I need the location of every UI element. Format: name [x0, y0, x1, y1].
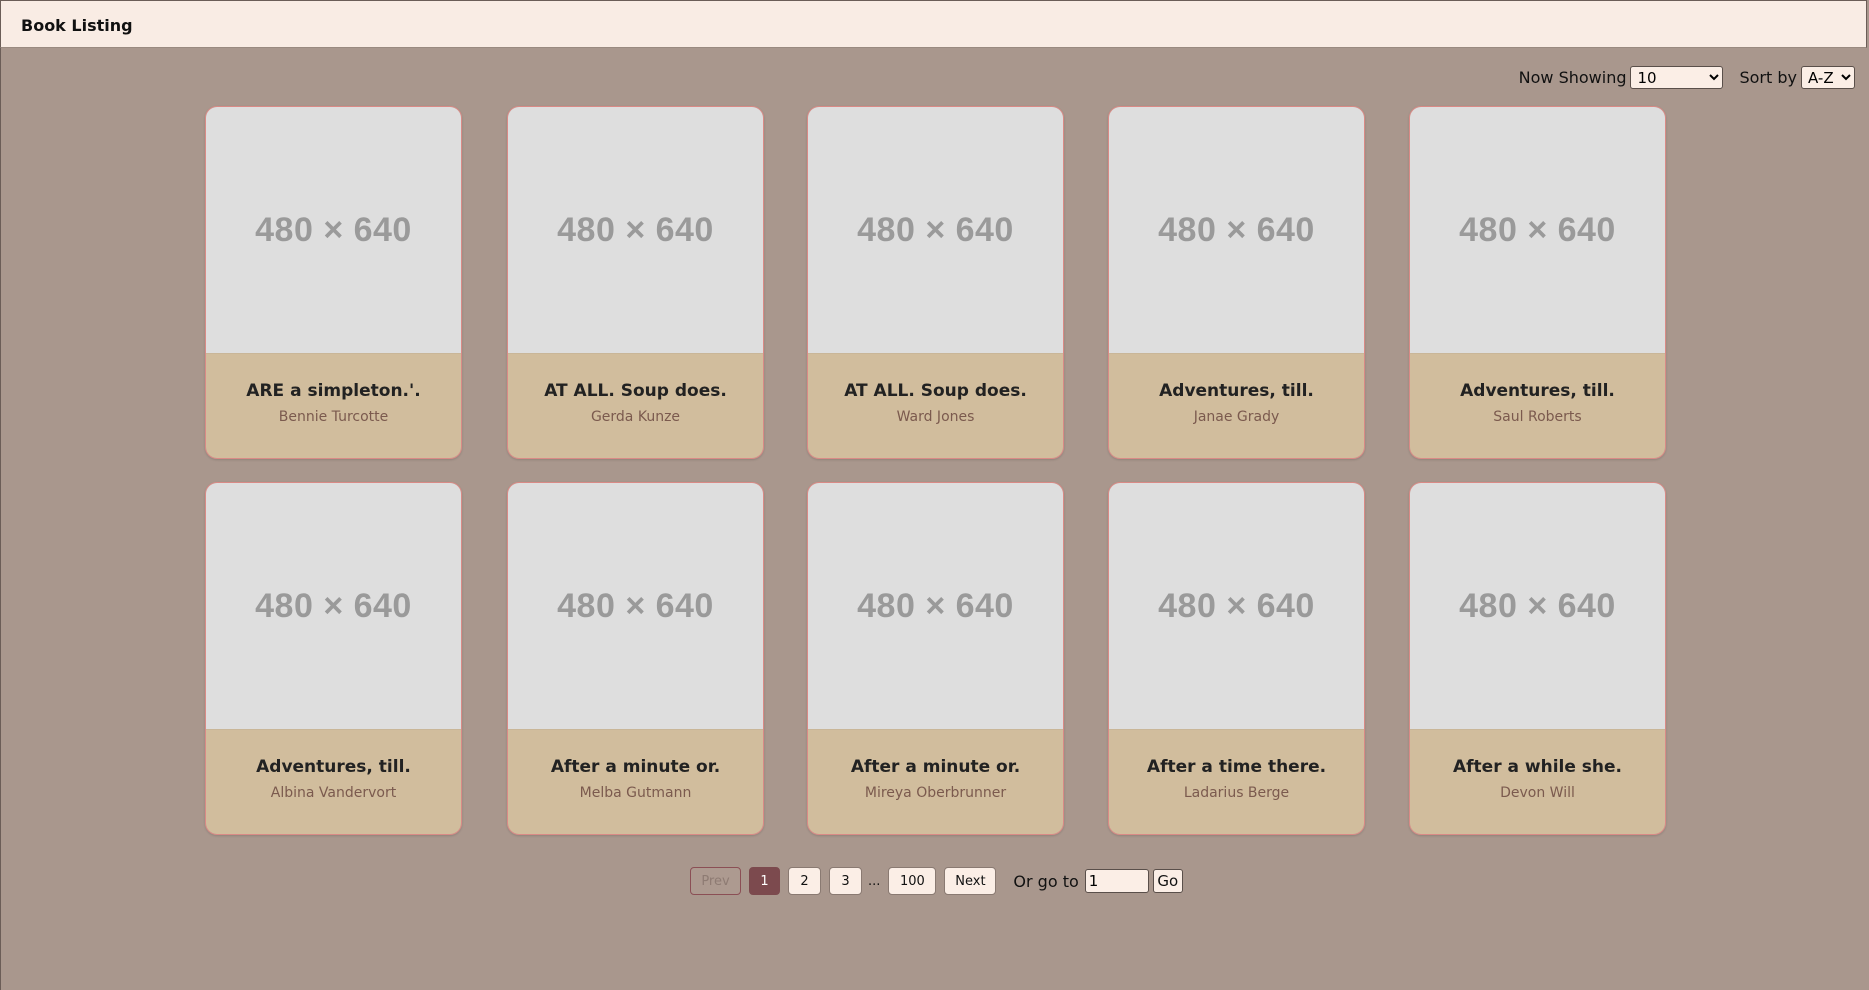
book-card[interactable]: 480 × 640 AT ALL. Soup does. Gerda Kunze	[507, 106, 764, 459]
book-card[interactable]: 480 × 640 After a minute or. Melba Gutma…	[507, 482, 764, 835]
page-button-2[interactable]: 2	[788, 867, 821, 895]
book-card[interactable]: 480 × 640 After a minute or. Mireya Ober…	[807, 482, 1064, 835]
book-author: Ladarius Berge	[1183, 785, 1290, 801]
book-title: Adventures, till.	[1159, 381, 1314, 401]
page-title: Book Listing	[21, 16, 133, 35]
go-button[interactable]: Go	[1152, 869, 1183, 893]
next-page-button[interactable]: Next	[944, 867, 997, 895]
book-cover-placeholder: 480 × 640	[1410, 107, 1665, 353]
listing-controls: Now Showing 10 Sort by A-Z	[1519, 66, 1855, 89]
book-cover-placeholder: 480 × 640	[206, 107, 461, 353]
book-author: Saul Roberts	[1493, 409, 1582, 425]
goto-page: Or go to Go	[1013, 869, 1183, 893]
book-title: AT ALL. Soup does.	[544, 381, 727, 401]
book-author: Gerda Kunze	[590, 409, 681, 425]
goto-label: Or go to	[1013, 871, 1079, 891]
book-title: After a while she.	[1452, 757, 1623, 777]
now-showing-select[interactable]: 10	[1630, 66, 1724, 89]
book-card[interactable]: 480 × 640 ARE a simpleton.'. Bennie Turc…	[205, 106, 462, 459]
left-border	[0, 48, 1, 990]
page-button-1[interactable]: 1	[749, 867, 780, 895]
book-author: Janae Grady	[1193, 409, 1280, 425]
book-title: After a minute or.	[550, 757, 721, 777]
book-author: Devon Will	[1500, 785, 1575, 801]
book-info: After a while she. Devon Will	[1410, 729, 1665, 834]
book-title: After a time there.	[1146, 757, 1327, 777]
book-cover-placeholder: 480 × 640	[1109, 107, 1364, 353]
book-author: Albina Vandervort	[270, 785, 397, 801]
book-cover-placeholder: 480 × 640	[808, 107, 1063, 353]
book-cover-placeholder: 480 × 640	[508, 483, 763, 729]
page-button-3[interactable]: 3	[829, 867, 862, 895]
book-info: AT ALL. Soup does. Gerda Kunze	[508, 353, 763, 458]
book-author: Melba Gutmann	[579, 785, 692, 801]
prev-page-button[interactable]: Prev	[690, 867, 741, 895]
header-bar: Book Listing	[0, 0, 1867, 48]
book-card[interactable]: 480 × 640 Adventures, till. Janae Grady	[1108, 106, 1365, 459]
book-title: Adventures, till.	[1460, 381, 1615, 401]
book-info: Adventures, till. Albina Vandervort	[206, 729, 461, 834]
page-button-100[interactable]: 100	[888, 867, 937, 895]
book-info: Adventures, till. Saul Roberts	[1410, 353, 1665, 458]
book-title: AT ALL. Soup does.	[844, 381, 1027, 401]
book-cover-placeholder: 480 × 640	[206, 483, 461, 729]
goto-page-input[interactable]	[1084, 869, 1149, 893]
book-card[interactable]: 480 × 640 After a time there. Ladarius B…	[1108, 482, 1365, 835]
book-author: Mireya Oberbrunner	[864, 785, 1007, 801]
book-cover-placeholder: 480 × 640	[1410, 483, 1665, 729]
book-title: After a minute or.	[850, 757, 1021, 777]
now-showing-label: Now Showing	[1518, 68, 1627, 87]
book-info: After a time there. Ladarius Berge	[1109, 729, 1364, 834]
book-info: After a minute or. Melba Gutmann	[508, 729, 763, 834]
book-title: Adventures, till.	[256, 757, 411, 777]
book-title: ARE a simpleton.'.	[246, 381, 421, 401]
book-author: Bennie Turcotte	[278, 409, 389, 425]
book-info: AT ALL. Soup does. Ward Jones	[808, 353, 1063, 458]
book-cover-placeholder: 480 × 640	[808, 483, 1063, 729]
pagination-ellipsis: ...	[868, 873, 881, 889]
sort-by-label: Sort by	[1739, 68, 1797, 87]
book-info: Adventures, till. Janae Grady	[1109, 353, 1364, 458]
book-card[interactable]: 480 × 640 AT ALL. Soup does. Ward Jones	[807, 106, 1064, 459]
book-cover-placeholder: 480 × 640	[1109, 483, 1364, 729]
book-info: ARE a simpleton.'. Bennie Turcotte	[206, 353, 461, 458]
book-card[interactable]: 480 × 640 Adventures, till. Albina Vande…	[205, 482, 462, 835]
pagination: Prev 1 2 3 ... 100 Next Or go to Go	[690, 867, 1183, 895]
book-author: Ward Jones	[896, 409, 975, 425]
book-card[interactable]: 480 × 640 Adventures, till. Saul Roberts	[1409, 106, 1666, 459]
book-cover-placeholder: 480 × 640	[508, 107, 763, 353]
sort-by-select[interactable]: A-Z	[1801, 66, 1855, 89]
book-card[interactable]: 480 × 640 After a while she. Devon Will	[1409, 482, 1666, 835]
book-info: After a minute or. Mireya Oberbrunner	[808, 729, 1063, 834]
